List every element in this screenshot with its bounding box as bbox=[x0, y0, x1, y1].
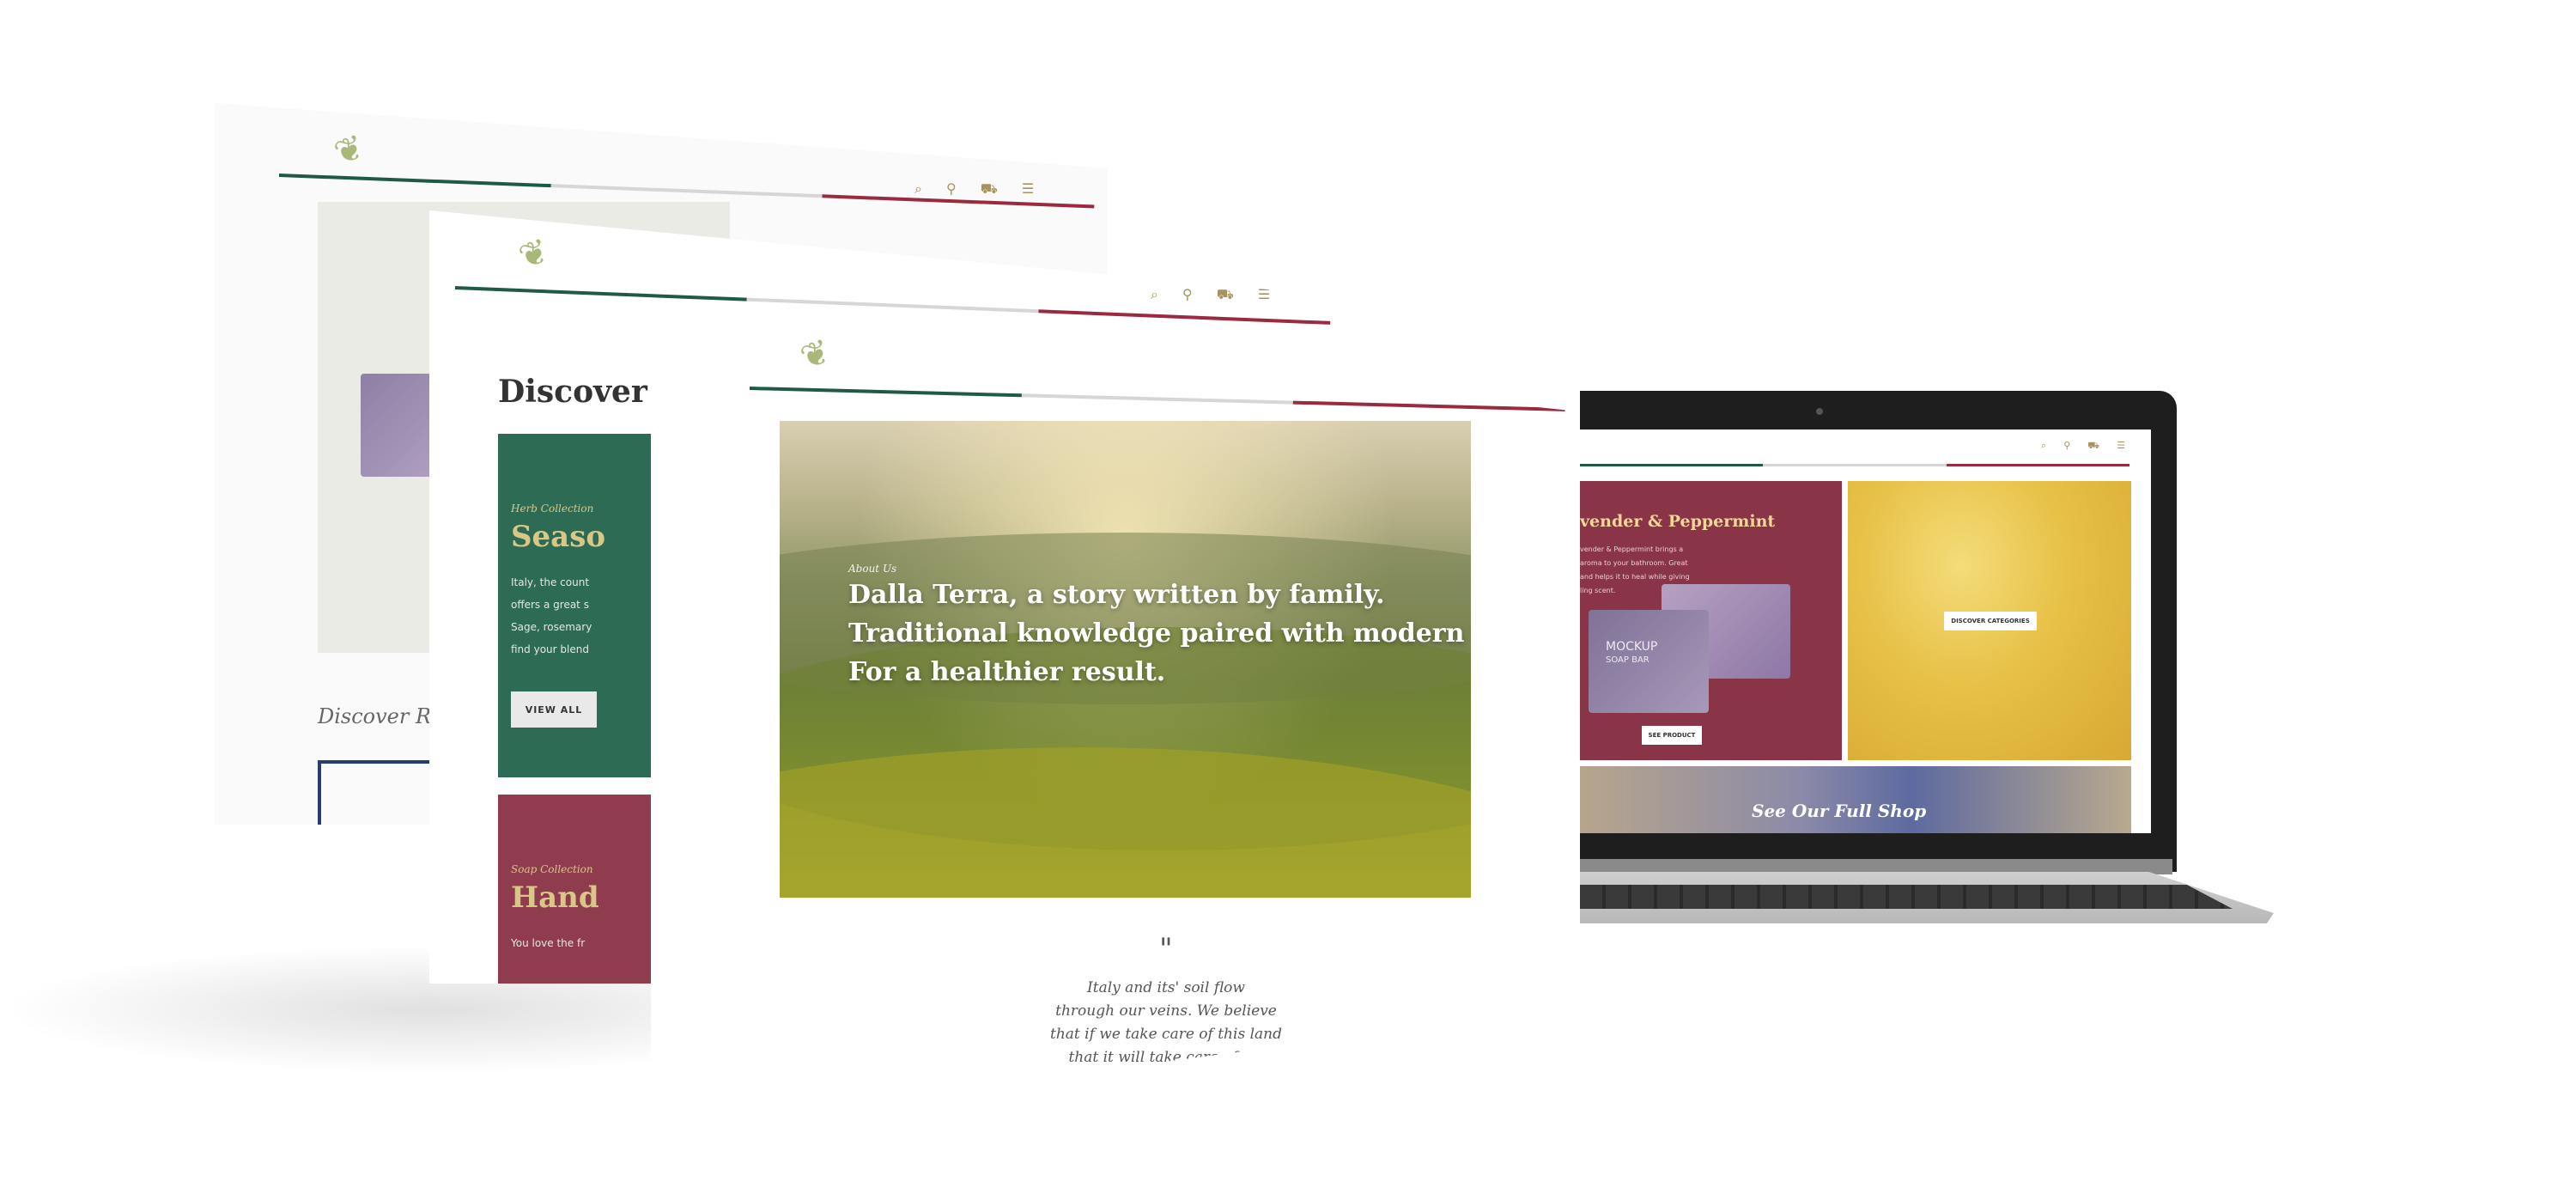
nav-icons: ⌕ ⚲ ⛟ ☰ bbox=[1151, 286, 1270, 304]
tile-text-line: Sage, rosemary bbox=[511, 621, 592, 633]
product-tile[interactable]: vender & Peppermint vender & Peppermint … bbox=[1580, 481, 1842, 760]
olive-logo-icon[interactable]: ❦ bbox=[795, 332, 835, 379]
soap-label-line: SOAP BAR bbox=[1606, 655, 1649, 665]
account-icon[interactable]: ⚲ bbox=[946, 180, 957, 198]
tile-text-line: Italy, the count bbox=[511, 576, 590, 588]
menu-icon[interactable]: ☰ bbox=[1258, 286, 1270, 304]
product-title: vender & Peppermint bbox=[1580, 512, 1776, 531]
hero-headline-line: Traditional knowledge paired with modern… bbox=[848, 618, 1471, 649]
hero-headline-line: For a healthier result. bbox=[848, 657, 1166, 687]
account-icon[interactable]: ⚲ bbox=[1382, 372, 1393, 390]
tile-text: You love the fr bbox=[511, 937, 586, 949]
discover-categories-button[interactable]: DISCOVER CATEGORIES bbox=[1944, 612, 2037, 630]
shop-banner[interactable]: See Our Full Shop bbox=[1580, 766, 2131, 833]
tile-eyebrow: Herb Collection bbox=[511, 503, 594, 515]
nav-icons: ⌕ ⚲ ⛟ ☰ bbox=[2041, 440, 2125, 453]
tile-title: Hand bbox=[511, 880, 599, 915]
olive-logo-icon[interactable]: ❦ bbox=[329, 127, 369, 174]
menu-icon[interactable]: ☰ bbox=[2117, 440, 2125, 453]
cart-icon[interactable]: ⛟ bbox=[1217, 286, 1234, 304]
quote-line: Italy and its' soil flow bbox=[1087, 979, 1245, 996]
tile-text-line: offers a great s bbox=[511, 599, 589, 611]
hero-image: About Us Dalla Terra, a story written by… bbox=[780, 421, 1471, 898]
search-icon[interactable]: ⌕ bbox=[1351, 372, 1358, 390]
product-description-line: aroma to your bathroom. Great bbox=[1580, 559, 1688, 567]
soap-label: MOCKUP SOAP BAR bbox=[1606, 640, 1657, 667]
product-description-line: vender & Peppermint brings a bbox=[1580, 545, 1684, 553]
soap-label-line: MOCKUP bbox=[1606, 640, 1658, 654]
camera-icon bbox=[1816, 408, 1823, 415]
quote-line: that if we take care of this land bbox=[1050, 1026, 1282, 1043]
cart-icon[interactable]: ⛟ bbox=[981, 180, 998, 198]
menu-icon[interactable]: ☰ bbox=[1458, 372, 1470, 390]
cart-icon[interactable]: ⛟ bbox=[2087, 440, 2099, 453]
nav-icons: ⌕ ⚲ ⛟ ☰ bbox=[1351, 372, 1470, 390]
tile-text-line: find your blend bbox=[511, 643, 589, 655]
laptop-screen: ⌕ ⚲ ⛟ ☰ vender & Peppermint vender & Pep… bbox=[1580, 429, 2151, 833]
front-page-card: ❦ ⌕ ⚲ ⛟ ☰ About Us Dalla Terra, a story … bbox=[651, 314, 1578, 1130]
view-all-button[interactable]: VIEW ALL bbox=[511, 691, 597, 728]
olive-logo-icon[interactable]: ❦ bbox=[513, 231, 554, 278]
cart-icon[interactable]: ⛟ bbox=[1417, 372, 1434, 390]
nav-divider bbox=[749, 387, 1565, 411]
menu-icon[interactable]: ☰ bbox=[1022, 180, 1034, 198]
quote-line: through our veins. We believe bbox=[1055, 1002, 1277, 1020]
tile-eyebrow: Soap Collection bbox=[511, 863, 593, 875]
quote-line: that it will take care of us. bbox=[1068, 1049, 1264, 1066]
nav-divider bbox=[1580, 464, 2129, 466]
hero-headline-line: Dalla Terra, a story written by family. bbox=[848, 580, 1385, 610]
categories-tile[interactable]: DISCOVER CATEGORIES bbox=[1848, 481, 2131, 760]
banner-text: See Our Full Shop bbox=[1752, 801, 1927, 821]
laptop-keyboard bbox=[1580, 885, 2233, 909]
hero-eyebrow: About Us bbox=[848, 563, 897, 575]
product-description-line: and helps it to heal while giving bbox=[1580, 573, 1690, 581]
mockup-stage: ❦ ⌕ ⚲ ⛟ ☰ Discover Rela ❦ ⌕ ⚲ ⛟ ☰ Discov… bbox=[0, 0, 2576, 1200]
search-icon[interactable]: ⌕ bbox=[2041, 440, 2046, 453]
search-icon[interactable]: ⌕ bbox=[914, 180, 922, 198]
account-icon[interactable]: ⚲ bbox=[1182, 286, 1193, 304]
tile-title: Seaso bbox=[511, 520, 606, 554]
tile-text: Italy, the count offers a great s Sage, … bbox=[511, 571, 592, 661]
account-icon[interactable]: ⚲ bbox=[2063, 440, 2070, 453]
see-product-button[interactable]: SEE PRODUCT bbox=[1642, 726, 1702, 745]
quote-mark-icon: " bbox=[1159, 932, 1173, 966]
hill-shape bbox=[780, 747, 1471, 898]
nav-icons: ⌕ ⚲ ⛟ ☰ bbox=[914, 180, 1034, 198]
search-icon[interactable]: ⌕ bbox=[1151, 286, 1158, 304]
